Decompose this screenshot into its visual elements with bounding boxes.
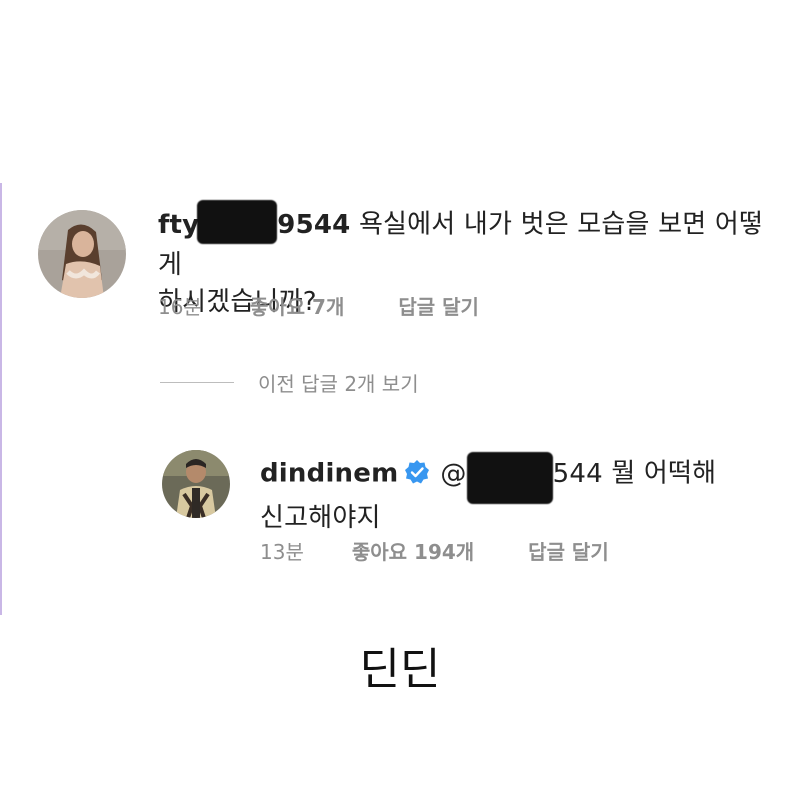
reply-time: 13분 bbox=[260, 540, 304, 564]
reply-line-2: 신고해야지 bbox=[260, 503, 381, 533]
username-visible-part: fty bbox=[158, 209, 200, 240]
verified-badge-icon bbox=[404, 459, 430, 485]
comment-time: 16분 bbox=[158, 295, 202, 319]
commenter-username[interactable]: fty 9544 bbox=[158, 200, 351, 244]
left-accent-bar bbox=[0, 183, 2, 615]
comment-reply-button[interactable]: 답글 달기 bbox=[398, 291, 479, 320]
view-previous-label: 이전 답글 2개 보기 bbox=[258, 372, 419, 396]
caption: 딘딘 bbox=[359, 644, 441, 695]
commenter-avatar[interactable] bbox=[38, 210, 126, 298]
redaction-mark bbox=[197, 200, 278, 244]
reply-line-1: 뭘 어떡해 bbox=[611, 458, 717, 489]
comment-likes[interactable]: 좋아요 7개 bbox=[250, 291, 344, 320]
reply-likes[interactable]: 좋아요 194개 bbox=[352, 536, 474, 565]
mention-at: @ bbox=[440, 458, 467, 489]
mention-suffix: 544 bbox=[552, 458, 603, 489]
reply-text: dindinem @544 뭘 어떡해 신고해야지 bbox=[260, 448, 780, 537]
reply-meta: 13분 좋아요 194개 답글 달기 bbox=[260, 536, 609, 565]
reply-reply-button[interactable]: 답글 달기 bbox=[528, 536, 609, 565]
mention[interactable]: @544 bbox=[440, 452, 603, 504]
view-previous-replies[interactable]: 이전 답글 2개 보기 bbox=[160, 368, 419, 397]
reply-avatar[interactable] bbox=[162, 450, 230, 518]
reply-username[interactable]: dindinem bbox=[260, 459, 398, 489]
comment-meta: 16분 좋아요 7개 답글 달기 bbox=[158, 291, 479, 320]
redaction-mark bbox=[466, 452, 553, 504]
divider-line bbox=[160, 382, 234, 383]
username-suffix: 9544 bbox=[277, 209, 351, 240]
